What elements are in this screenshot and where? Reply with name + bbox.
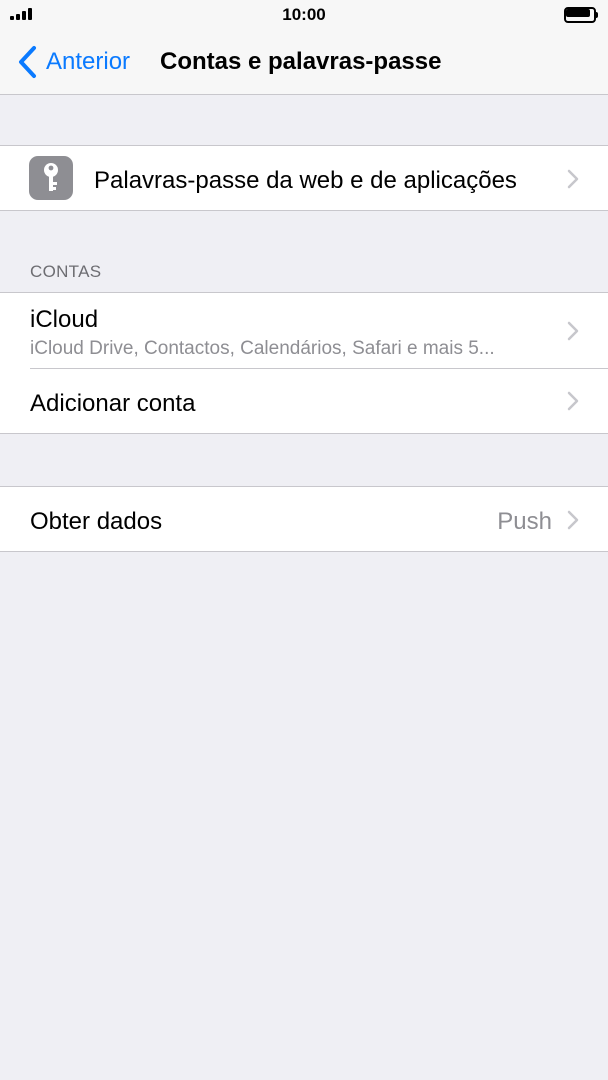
fetch-data-group: Obter dados Push — [0, 486, 608, 552]
account-services: iCloud Drive, Contactos, Calendários, Sa… — [30, 338, 495, 359]
back-button-label: Anterior — [46, 48, 131, 75]
battery-icon — [564, 7, 598, 23]
chevron-right-icon — [567, 510, 579, 530]
account-name: iCloud — [30, 306, 99, 333]
status-time: 10:00 — [282, 5, 326, 24]
page-title: Contas e palavras-passe — [160, 48, 442, 75]
fetch-data-value: Push — [497, 508, 552, 535]
passwords-group: Palavras-passe da web e de aplicações — [0, 145, 608, 211]
status-bar: 10:00 — [0, 0, 608, 30]
fetch-data-row[interactable]: Obter dados Push — [0, 487, 608, 551]
accounts-section-header: CONTAS — [30, 262, 102, 281]
accounts-group: iCloud iCloud Drive, Contactos, Calendár… — [0, 292, 608, 434]
add-account-row[interactable]: Adicionar conta — [0, 368, 608, 433]
chevron-left-icon — [19, 46, 36, 78]
chevron-right-icon — [567, 169, 579, 189]
web-app-passwords-row[interactable]: Palavras-passe da web e de aplicações — [0, 146, 608, 210]
fetch-data-label: Obter dados — [30, 508, 163, 535]
chevron-right-icon — [567, 321, 579, 341]
key-icon — [29, 156, 73, 200]
add-account-label: Adicionar conta — [30, 390, 196, 417]
chevron-right-icon — [567, 391, 579, 411]
web-app-passwords-label: Palavras-passe da web e de aplicações — [94, 167, 517, 194]
navigation-bar: Anterior Contas e palavras-passe — [0, 30, 608, 95]
account-row-icloud[interactable]: iCloud iCloud Drive, Contactos, Calendár… — [0, 293, 608, 368]
back-button[interactable]: Anterior — [14, 42, 130, 82]
